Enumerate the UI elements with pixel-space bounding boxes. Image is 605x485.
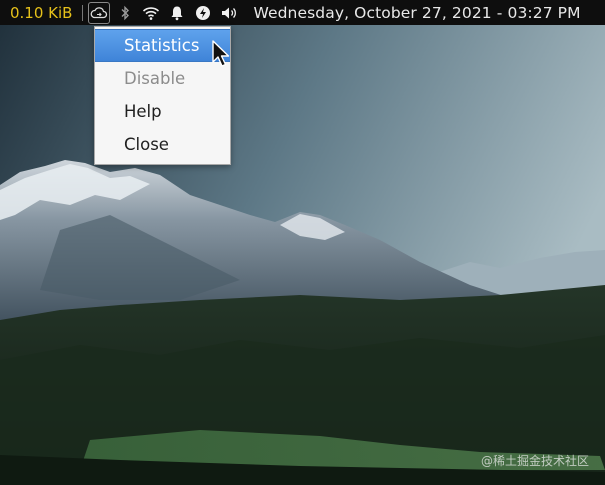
menu-item-close[interactable]: Close (95, 128, 230, 161)
desktop-wallpaper (0, 0, 605, 485)
volume-icon[interactable] (219, 3, 239, 23)
cloud-sync-icon[interactable] (88, 1, 111, 24)
power-icon[interactable] (193, 3, 213, 23)
bell-icon[interactable] (167, 3, 187, 23)
watermark-text: @稀土掘金技术社区 (480, 454, 589, 468)
bluetooth-icon[interactable] (115, 3, 135, 23)
wifi-icon[interactable] (141, 3, 161, 23)
tray-context-menu: Statistics Disable Help Close (94, 26, 231, 165)
panel-separator (82, 4, 84, 21)
top-panel: 0.10 KiB Wednesday, October 27, 2021 - 0… (0, 0, 605, 25)
menu-item-help[interactable]: Help (95, 95, 230, 128)
panel-clock[interactable]: Wednesday, October 27, 2021 - 03:27 PM (253, 4, 580, 22)
network-speed-indicator[interactable]: 0.10 KiB (10, 4, 72, 22)
menu-item-statistics[interactable]: Statistics (95, 29, 230, 62)
mouse-pointer-icon (212, 40, 232, 70)
menu-item-disable[interactable]: Disable (95, 62, 230, 95)
system-tray (88, 1, 245, 24)
